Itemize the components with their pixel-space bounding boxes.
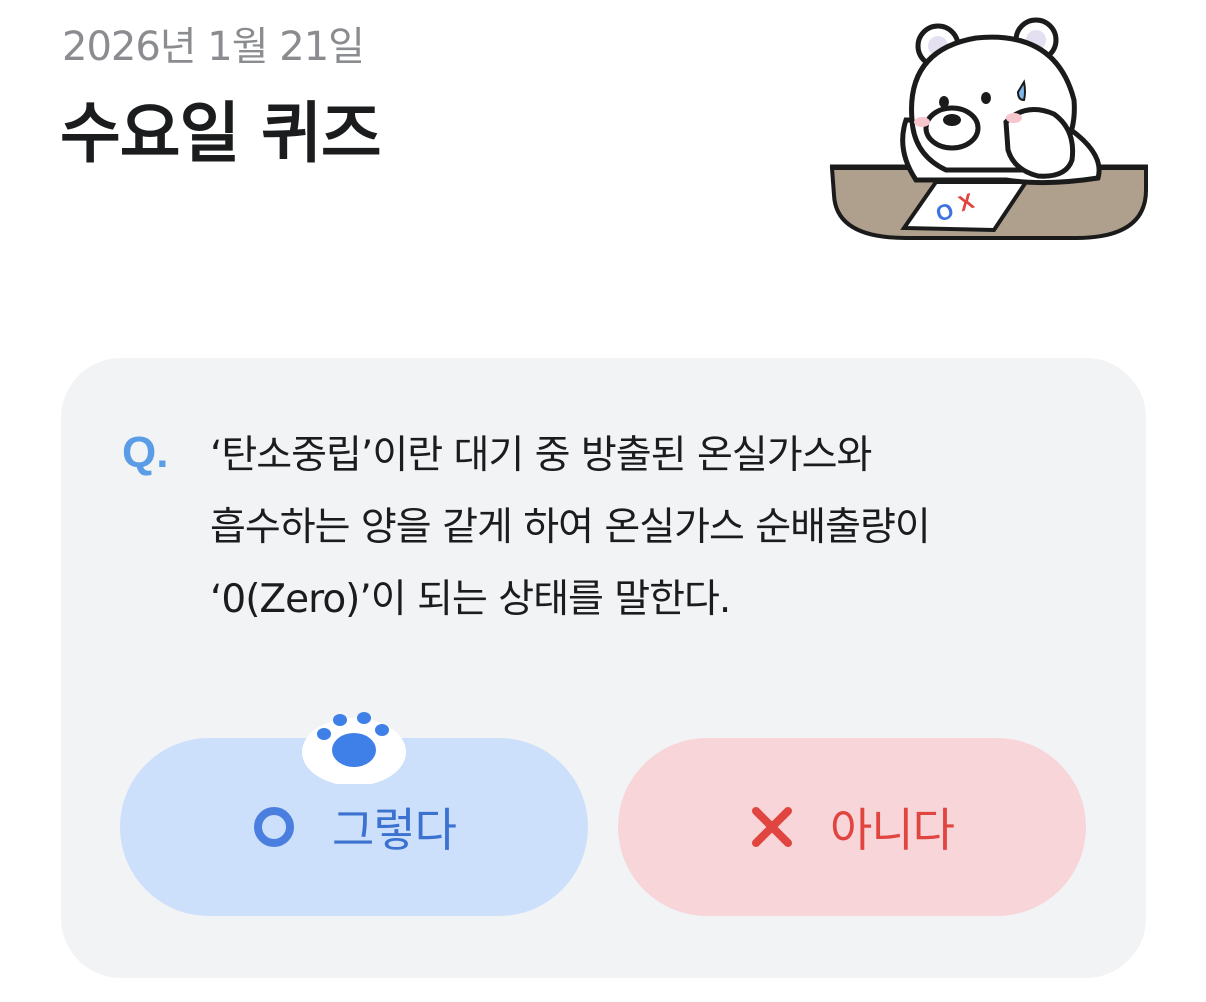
- circle-o-icon: [254, 807, 295, 847]
- question-line: 흡수하는 양을 같게 하여 온실가스 순배출량이: [210, 505, 931, 550]
- quiz-page: 2026년 1월 21일 수요일 퀴즈 O X Q. ‘탄소중립’이란 대기 중…: [0, 0, 1206, 1002]
- x-mark-icon: [752, 807, 793, 847]
- page-title: 수요일 퀴즈: [60, 95, 382, 172]
- question-line: ‘탄소중립’이란 대기 중 방출된 온실가스와: [210, 433, 872, 478]
- question-line: ‘0(Zero)’이 되는 상태를 말한다.: [210, 577, 731, 622]
- polar-bear-mascot-icon: O X: [829, 17, 1148, 240]
- question-text: ‘탄소중립’이란 대기 중 방출된 온실가스와 흡수하는 양을 같게 하여 온실…: [210, 420, 1090, 636]
- answer-no-label: 아니다: [830, 803, 955, 857]
- paw-icon: [302, 712, 406, 784]
- quiz-date: 2026년 1월 21일: [62, 24, 365, 70]
- answer-no-button[interactable]: 아니다: [618, 738, 1086, 916]
- answer-yes-label: 그렇다: [332, 803, 457, 857]
- question-label: Q.: [122, 428, 169, 477]
